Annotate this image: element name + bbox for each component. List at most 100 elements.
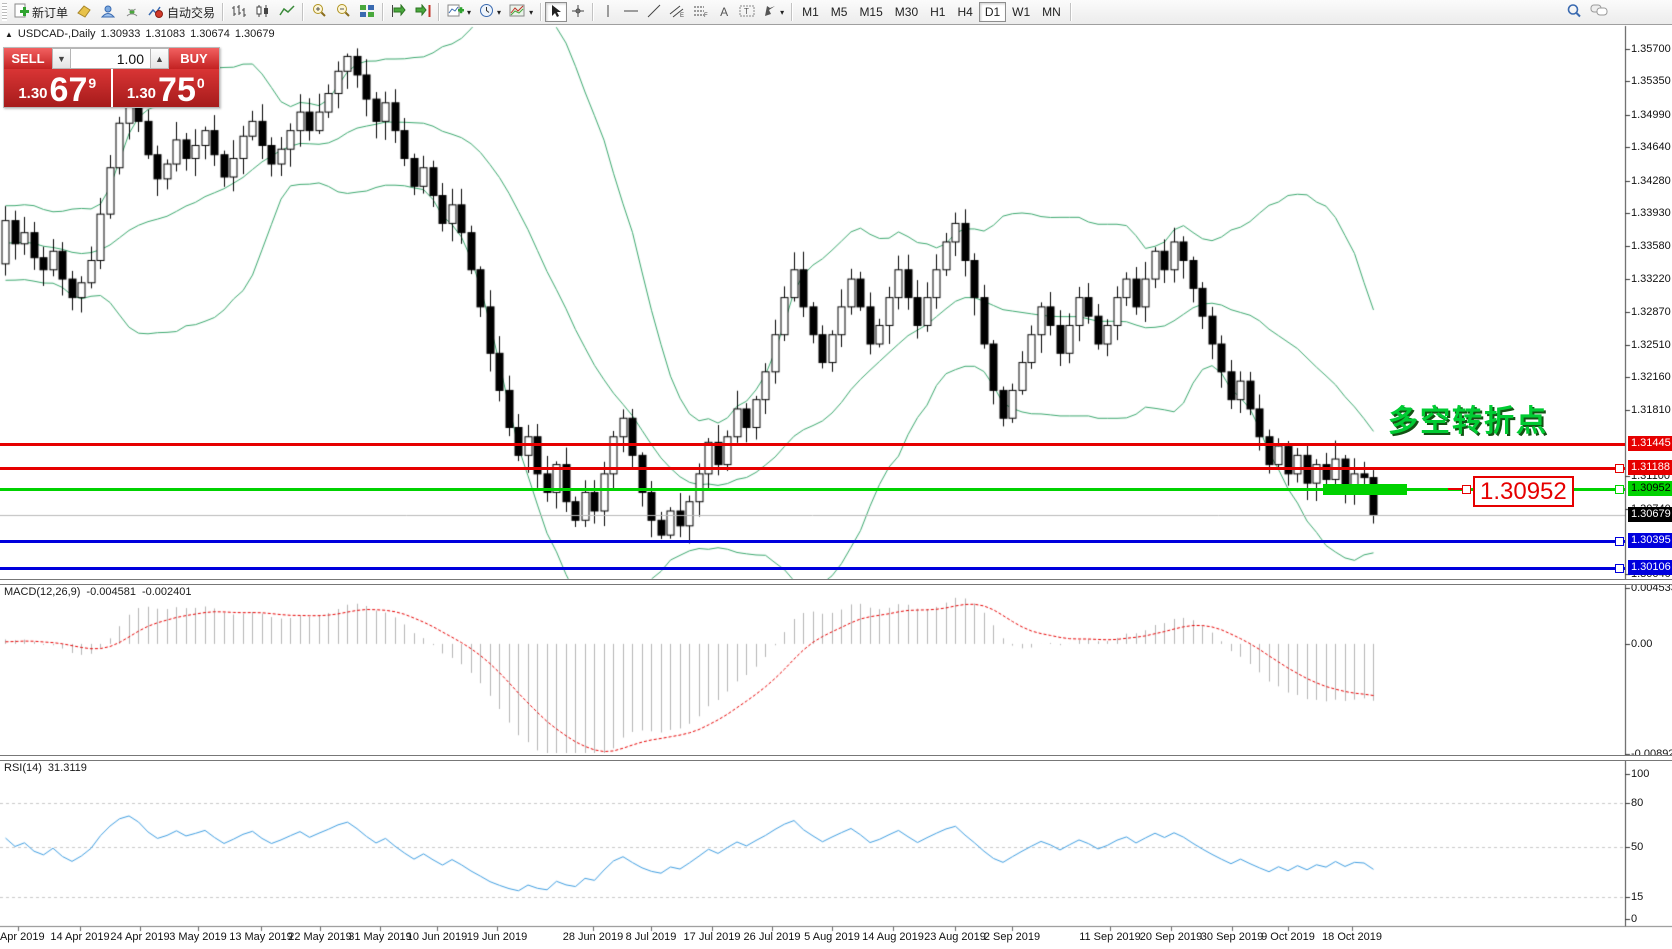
templates-button[interactable]: ▾ [505,2,537,22]
periods-button[interactable]: ▾ [475,2,505,22]
line-end-marker[interactable] [1615,537,1624,546]
date-tick: 19 Jun 2019 [467,931,528,943]
zoom-in-button[interactable] [307,2,331,22]
line-end-marker[interactable] [1615,564,1624,573]
timeframe-button-h1[interactable]: H1 [924,2,951,22]
timeframe-button-w1[interactable]: W1 [1006,2,1036,22]
buy-button[interactable]: BUY [169,48,219,69]
highlight-segment[interactable] [1323,484,1407,495]
date-tick: 14 Aug 2019 [862,931,924,943]
line-end-marker[interactable] [1615,485,1624,494]
arrow-shape-icon [763,4,777,21]
sell-price-display[interactable]: 1.30 67 9 [4,69,111,107]
date-tick: 11 Sep 2019 [1079,931,1141,943]
horizontal-line-tool[interactable] [619,2,643,22]
chart-annotation-text[interactable]: 多空转折点 [1388,396,1548,440]
timeframe-button-m5[interactable]: M5 [825,2,854,22]
date-tick: 18 Oct 2019 [1322,931,1382,943]
horizontal-line-1.31445[interactable] [0,443,1625,446]
date-tick: 10 Jun 2019 [407,931,468,943]
line-end-marker[interactable] [1615,464,1624,473]
callout-anchor-marker[interactable] [1462,485,1471,494]
macd-name: MACD(12,26,9) [4,586,80,598]
timeframe-button-m1[interactable]: M1 [796,2,825,22]
price-callout-box[interactable]: 1.30952 [1473,476,1574,507]
community-button[interactable] [96,2,120,22]
crosshair-icon [571,4,585,21]
line-chart-button[interactable] [275,2,299,22]
sell-button[interactable]: SELL [4,48,52,69]
sell-price-sup: 9 [88,75,96,91]
toolbar-drag-handle[interactable] [2,3,7,21]
new-order-button[interactable]: 新订单 [9,2,72,22]
buy-price-display[interactable]: 1.30 75 0 [113,69,220,107]
toolbar-separator [222,3,224,21]
open-value: 1.30933 [101,28,141,40]
volume-input[interactable]: 1.00 [71,48,150,69]
rsi-tick: 0 [1631,912,1637,926]
search-icon [1566,3,1582,22]
timeframe-button-mn[interactable]: MN [1036,2,1067,22]
cursor-tool-button[interactable] [545,2,567,22]
date-tick: 3 May 2019 [169,931,226,943]
trendline-tool[interactable] [643,2,665,22]
svg-text:F: F [704,13,708,18]
symbol-period-label: USDCAD-,Daily [18,28,96,40]
text-label-tool[interactable]: T [735,2,759,22]
chat-icon [1590,3,1608,21]
bar-chart-button[interactable] [227,2,251,22]
zoom-out-button[interactable] [331,2,355,22]
auto-scroll-button[interactable] [387,2,411,22]
date-tick: 31 May 2019 [348,931,412,943]
candlestick-button[interactable] [251,2,275,22]
cloud-user-icon [100,4,116,21]
text-a-icon: A [720,5,728,19]
price-tick: 1.34280 [1631,174,1671,188]
search-button[interactable] [1562,2,1586,22]
chat-button[interactable] [1586,2,1612,22]
date-tick: 17 Jul 2019 [684,931,741,943]
publish-button[interactable] [72,2,96,22]
indicators-button[interactable]: ▾ [443,2,475,22]
timeframe-button-m30[interactable]: M30 [889,2,924,22]
chart-header: ▲ USDCAD-,Daily 1.30933 1.31083 1.30674 … [5,28,275,40]
date-tick: 2 Sep 2019 [984,931,1040,943]
pane-separator[interactable] [0,755,1672,761]
sell-price-big: 67 [50,75,88,105]
collapse-icon[interactable]: ▲ [5,30,13,39]
line-price-label: 1.31188 [1628,460,1672,475]
tag-icon [76,4,92,21]
date-tick: 5 Aug 2019 [804,931,860,943]
volume-decrease-button[interactable]: ▼ [52,48,71,69]
dropdown-arrow-icon: ▾ [780,8,784,17]
timeframe-button-h4[interactable]: H4 [951,2,978,22]
pane-separator[interactable] [0,579,1672,585]
vertical-line-tool[interactable] [597,2,619,22]
horizontal-line-1.30106[interactable] [0,567,1625,570]
chart-canvas[interactable] [0,0,1672,949]
macd-signal-value: -0.002401 [142,586,192,598]
crosshair-tool-button[interactable] [567,2,589,22]
channel-tool[interactable]: E [665,2,689,22]
volume-increase-button[interactable]: ▲ [150,48,169,69]
chart-shift-button[interactable] [411,2,435,22]
autotrading-button[interactable]: 自动交易 [144,2,219,22]
rsi-tick: 15 [1631,890,1643,904]
timeframe-button-m15[interactable]: M15 [853,2,888,22]
clock-icon [479,3,494,21]
text-tool[interactable]: A [713,2,735,22]
arrows-tool[interactable]: ▾ [759,2,788,22]
toolbar-separator [1070,3,1072,21]
tile-windows-icon [359,4,375,21]
timeframe-button-d1[interactable]: D1 [979,2,1006,22]
indicators-icon [447,3,464,21]
svg-text:E: E [680,13,684,18]
tile-windows-button[interactable] [355,2,379,22]
horizontal-line-1.30395[interactable] [0,540,1625,543]
line-price-label: 1.30106 [1628,560,1672,575]
toolbar-separator [540,3,542,21]
high-value: 1.31083 [145,28,185,40]
horizontal-line-1.31188[interactable] [0,467,1625,470]
fibonacci-tool[interactable]: F [689,2,713,22]
signals-button[interactable] [120,2,144,22]
